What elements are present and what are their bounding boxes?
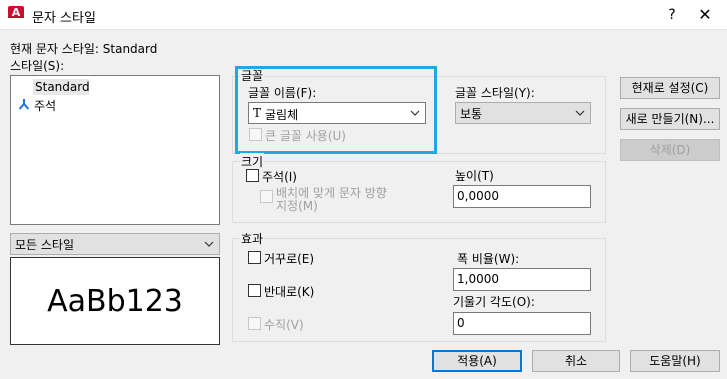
window-title: 문자 스타일 <box>32 11 96 26</box>
chevron-down-icon <box>575 110 585 116</box>
upside-down-checkbox[interactable] <box>248 251 261 264</box>
help-button[interactable]: 도움말(H) <box>630 350 720 372</box>
height-label: 높이(T) <box>455 169 494 183</box>
styles-list[interactable]: Standard 주석 <box>10 75 220 225</box>
oblique-angle-input[interactable]: 0 <box>453 312 591 335</box>
backwards-checkbox[interactable] <box>248 284 261 297</box>
width-factor-label: 폭 비율(W): <box>457 252 520 266</box>
styles-list-item-annotative[interactable]: 주석 <box>16 96 76 113</box>
match-layout-label: 배치에 맞게 문자 방향 지정(M) <box>276 187 387 213</box>
backwards-label: 반대로(K) <box>264 285 315 299</box>
help-title-button[interactable]: ? <box>662 5 682 25</box>
vertical-checkbox[interactable] <box>248 317 261 330</box>
style-filter-value: 모든 스타일 <box>15 238 75 252</box>
annotative-label: 주석(I) <box>262 170 297 184</box>
apply-button[interactable]: 적용(A) <box>432 350 522 372</box>
oblique-angle-label: 기울기 각도(O): <box>453 295 535 309</box>
set-current-button[interactable]: 현재로 설정(C) <box>620 77 720 99</box>
preview-box: AaBb123 <box>10 257 220 345</box>
new-style-button[interactable]: 새로 만들기(N)... <box>620 108 720 130</box>
style-filter-select[interactable]: 모든 스타일 <box>10 233 220 255</box>
annotative-icon <box>18 99 30 110</box>
match-layout-label-line2: 지정(M) <box>276 199 318 213</box>
font-name-highlight <box>235 66 437 154</box>
size-group-title: 크기 <box>240 153 265 170</box>
style-name-annotative: 주석 <box>34 99 57 113</box>
delete-button[interactable]: 삭제(D) <box>620 139 720 161</box>
width-factor-input[interactable]: 1,0000 <box>453 268 591 291</box>
title-bar <box>0 0 727 30</box>
font-style-value: 보통 <box>460 107 483 121</box>
preview-text: AaBb123 <box>47 284 183 319</box>
close-button[interactable]: ✕ <box>693 5 717 25</box>
match-layout-checkbox[interactable] <box>260 190 273 203</box>
annotative-checkbox[interactable] <box>246 169 259 182</box>
autocad-app-icon: A <box>8 6 24 22</box>
effects-group-title: 효과 <box>240 230 265 247</box>
upside-down-label: 거꾸로(E) <box>264 252 315 266</box>
current-style-label: 현재 문자 스타일: Standard <box>10 42 158 56</box>
vertical-label: 수직(V) <box>264 318 304 332</box>
styles-label: 스타일(S): <box>10 59 65 73</box>
font-style-label: 글꼴 스타일(Y): <box>455 86 535 100</box>
font-style-select[interactable]: 보통 <box>455 102 591 124</box>
chevron-down-icon <box>204 241 214 247</box>
cancel-button[interactable]: 취소 <box>532 350 620 372</box>
height-input[interactable]: 0,0000 <box>453 185 591 208</box>
styles-list-item-standard[interactable]: Standard <box>33 79 90 95</box>
style-name-standard: Standard <box>35 80 90 94</box>
